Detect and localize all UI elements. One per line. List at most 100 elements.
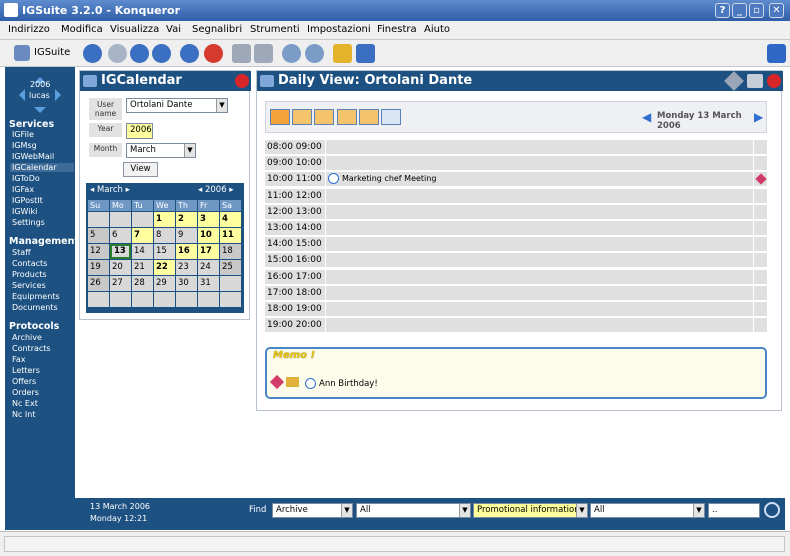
sidebar-item-settings[interactable]: Settings <box>12 218 45 227</box>
mini-calendar-day[interactable]: 24 <box>198 260 219 275</box>
mini-calendar-day[interactable]: 7 <box>132 228 153 243</box>
mini-calendar-day[interactable]: 31 <box>198 276 219 291</box>
search-input[interactable]: .. <box>708 503 760 518</box>
mini-calendar-day[interactable]: 23 <box>176 260 197 275</box>
mini-year-nav[interactable]: ◂ 2006 ▸ <box>198 185 234 195</box>
time-slot-action-cell[interactable] <box>754 253 767 268</box>
sidebar-item-fax[interactable]: Fax <box>12 355 26 364</box>
find-category-select[interactable]: Promotional information ▼ <box>473 503 588 518</box>
mini-calendar-day[interactable]: 14 <box>132 244 153 259</box>
memo-item[interactable]: Ann Birthday! <box>319 379 378 389</box>
sidebar-item-documents[interactable]: Documents <box>12 303 58 312</box>
week-view-icon[interactable] <box>314 109 334 125</box>
time-slot-action-cell[interactable] <box>754 156 767 171</box>
time-slot-action-cell[interactable] <box>754 140 767 154</box>
event-title[interactable]: Marketing chef Meeting <box>342 172 436 186</box>
time-slot-cell[interactable] <box>326 221 753 235</box>
mini-calendar-day[interactable]: 1 <box>154 212 175 227</box>
mini-calendar-day[interactable]: 17 <box>198 244 219 259</box>
time-slot-cell[interactable] <box>326 253 753 268</box>
time-slot-label[interactable]: 18:00 19:00 <box>265 302 325 316</box>
mini-calendar-day[interactable]: 30 <box>176 276 197 291</box>
time-slot-action-cell[interactable] <box>754 318 767 333</box>
sidebar-item-equipments[interactable]: Equipments <box>12 292 60 301</box>
menu-finestra[interactable]: Finestra <box>377 24 417 35</box>
time-slot-action-cell[interactable] <box>754 237 767 252</box>
mini-calendar-day[interactable]: 10 <box>198 228 219 243</box>
back-icon[interactable] <box>83 44 102 63</box>
month-select[interactable]: March ▼ <box>126 143 196 158</box>
help-icon[interactable] <box>235 74 249 88</box>
igsuite-icon[interactable] <box>14 45 30 61</box>
time-slot-cell[interactable] <box>326 302 753 316</box>
mini-calendar-day[interactable]: 18 <box>220 244 241 259</box>
time-slot-label[interactable]: 15:00 16:00 <box>265 253 325 268</box>
mini-calendar-day[interactable]: 5 <box>88 228 109 243</box>
print-icon[interactable] <box>232 44 251 63</box>
close-window-button[interactable]: ✕ <box>769 3 784 18</box>
time-slot-cell[interactable] <box>326 204 753 219</box>
menu-impostazioni[interactable]: Impostazioni <box>307 24 371 35</box>
konqueror-gear-icon[interactable] <box>767 44 786 63</box>
mini-calendar-day[interactable]: 27 <box>110 276 131 291</box>
sidebar-item-orders[interactable]: Orders <box>12 388 39 397</box>
new-event-icon[interactable] <box>270 109 290 125</box>
sidebar-item-igmsg[interactable]: IGMsg <box>12 141 37 150</box>
mini-calendar-day[interactable]: 4 <box>220 212 241 227</box>
mini-calendar-day[interactable]: 13 <box>110 244 131 259</box>
mini-calendar-day[interactable]: 26 <box>88 276 109 291</box>
next-day-icon[interactable]: ▶ <box>754 111 763 123</box>
sidebar-item-igwiki[interactable]: IGWiki <box>12 207 37 216</box>
find-module-select[interactable]: Archive ▼ <box>272 503 353 518</box>
time-slot-label[interactable]: 11:00 12:00 <box>265 188 325 203</box>
zoom-out-icon[interactable] <box>305 44 324 63</box>
print-frame-icon[interactable] <box>254 44 273 63</box>
home-icon[interactable] <box>152 44 171 63</box>
time-slot-label[interactable]: 14:00 15:00 <box>265 237 325 252</box>
mini-calendar-day[interactable]: 12 <box>88 244 109 259</box>
menu-indirizzo[interactable]: Indirizzo <box>8 24 50 35</box>
sidebar-item-igfile[interactable]: IGFile <box>12 130 34 139</box>
menu-segnalibri[interactable]: Segnalibri <box>192 24 242 35</box>
time-slot-action-cell[interactable] <box>754 269 767 284</box>
mini-calendar-day[interactable]: 21 <box>132 260 153 275</box>
sidebar-item-offers[interactable]: Offers <box>12 377 36 386</box>
time-slot-label[interactable]: 12:00 13:00 <box>265 204 325 219</box>
print-icon[interactable] <box>747 74 763 88</box>
mini-calendar-day[interactable]: 22 <box>154 260 175 275</box>
multi-view-icon[interactable] <box>381 109 401 125</box>
time-slot-cell[interactable]: Marketing chef Meeting <box>326 172 753 187</box>
time-slot-action-cell[interactable] <box>754 172 767 187</box>
mini-month-nav[interactable]: ◂ March ▸ <box>90 185 130 195</box>
sidebar-item-contacts[interactable]: Contacts <box>12 259 47 268</box>
tag-icon[interactable] <box>724 71 744 91</box>
time-slot-cell[interactable] <box>326 237 753 252</box>
mini-calendar-day[interactable]: 19 <box>88 260 109 275</box>
help-window-button[interactable]: ? <box>715 3 730 18</box>
time-slot-cell[interactable] <box>326 188 753 203</box>
security-lock-icon[interactable] <box>333 44 352 63</box>
edit-pen-icon[interactable] <box>755 173 767 186</box>
year-field[interactable]: 2006 <box>126 123 153 139</box>
mini-calendar-day[interactable]: 25 <box>220 260 241 275</box>
mini-calendar-day[interactable]: 2 <box>176 212 197 227</box>
menu-vai[interactable]: Vai <box>166 24 181 35</box>
time-slot-action-cell[interactable] <box>754 221 767 235</box>
time-slot-action-cell[interactable] <box>754 188 767 203</box>
user-select[interactable]: Ortolani Dante ▼ <box>126 98 228 113</box>
igsuite-toolbar-label[interactable]: IGSuite <box>34 47 70 58</box>
menu-aiuto[interactable]: Aiuto <box>424 24 450 35</box>
time-slot-label[interactable]: 19:00 20:00 <box>265 318 325 333</box>
mini-calendar-day[interactable]: 15 <box>154 244 175 259</box>
time-slot-label[interactable]: 16:00 17:00 <box>265 269 325 284</box>
time-slot-cell[interactable] <box>326 140 753 154</box>
mini-calendar-day[interactable]: 28 <box>132 276 153 291</box>
menu-modifica[interactable]: Modifica <box>61 24 103 35</box>
sidebar-item-nc-ext[interactable]: Nc Ext <box>12 399 38 408</box>
mini-calendar-day[interactable]: 3 <box>198 212 219 227</box>
time-slot-action-cell[interactable] <box>754 302 767 316</box>
find-field-select[interactable]: All ▼ <box>356 503 471 518</box>
minimize-button[interactable]: _ <box>732 3 747 18</box>
search-icon[interactable] <box>764 502 780 518</box>
download-icon[interactable] <box>356 44 375 63</box>
